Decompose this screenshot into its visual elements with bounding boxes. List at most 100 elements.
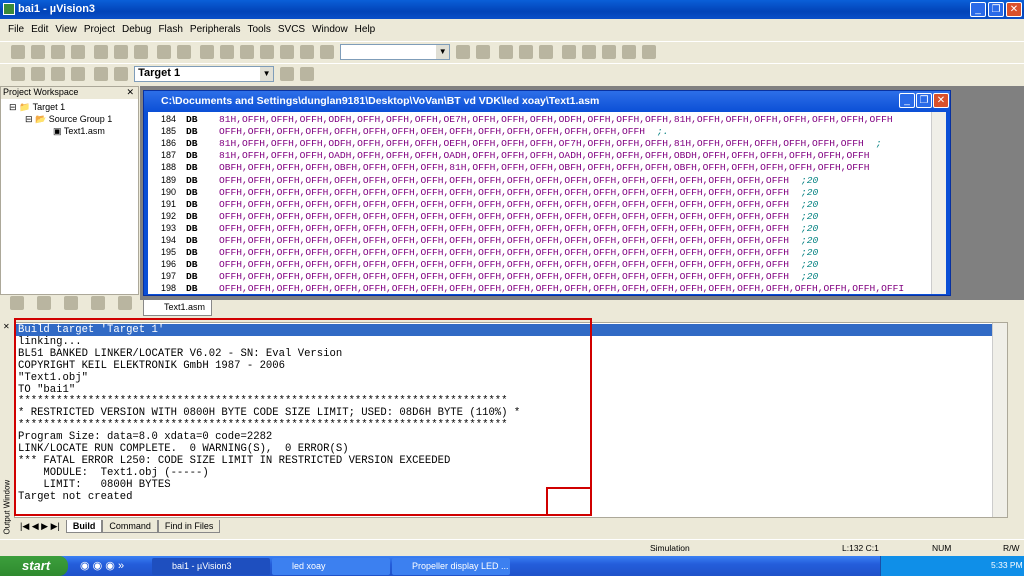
quick-launch-icons[interactable]: ◉ ◉ ◉ » — [80, 559, 124, 572]
menu-edit[interactable]: Edit — [31, 24, 48, 35]
task-led-xoay[interactable]: led xoay — [272, 558, 390, 575]
redo-icon[interactable] — [177, 45, 192, 59]
tab-find-in-files[interactable]: Find in Files — [157, 520, 221, 533]
code-comment: ;20 — [800, 247, 819, 259]
taskbar: start ◉ ◉ ◉ » bai1 - µVision3 led xoay P… — [0, 556, 1024, 576]
templates-tab-icon[interactable] — [118, 296, 132, 310]
code-line: 196 DB OFFH,OFFH,OFFH,OFFH,OFFH,OFFH,OFFH,… — [148, 258, 818, 270]
code-comment: ;. — [657, 126, 669, 138]
menu-svcs[interactable]: SVCS — [278, 24, 305, 35]
close-icon[interactable]: ✕ — [3, 322, 10, 331]
code-values: OFFH,OFFH,OFFH,OFFH,OFFH,OFFH,OFFH,OFFH,… — [219, 198, 789, 210]
back-icon[interactable] — [499, 45, 514, 59]
output-window-handle[interactable]: ✕ Output Window — [0, 320, 12, 537]
download-icon[interactable] — [94, 67, 109, 81]
save-icon[interactable] — [51, 45, 65, 59]
files-tab-icon[interactable] — [10, 296, 24, 310]
tab-build[interactable]: Build — [65, 520, 103, 533]
new-file-icon[interactable] — [11, 45, 25, 59]
build-icon[interactable] — [31, 67, 45, 81]
indent-icon[interactable] — [200, 45, 215, 59]
find-in-files-icon[interactable] — [320, 45, 335, 59]
line-number: 194 — [160, 235, 176, 245]
forward-icon[interactable] — [519, 45, 534, 59]
line-number: 189 — [160, 174, 176, 185]
stop-build-icon[interactable] — [71, 67, 85, 81]
find-icon[interactable] — [456, 45, 471, 59]
editor-maximize-button[interactable]: ❐ — [916, 93, 932, 108]
books-tab-icon[interactable] — [64, 296, 78, 310]
configure-icon[interactable] — [642, 45, 657, 59]
task-uvision[interactable]: bai1 - µVision3 — [152, 558, 270, 575]
close-button[interactable]: ✕ — [1006, 2, 1022, 17]
clear-bookmarks-icon[interactable] — [300, 45, 315, 59]
editor-scrollbar[interactable] — [931, 112, 946, 294]
save-all-icon[interactable] — [71, 45, 85, 59]
chevron-down-icon[interactable]: ▼ — [260, 67, 274, 81]
highlight-annotation-corner — [546, 487, 592, 516]
browse-icon[interactable] — [539, 45, 554, 59]
menu-help[interactable]: Help — [355, 24, 376, 35]
options-icon[interactable] — [114, 67, 129, 81]
menu-window[interactable]: Window — [312, 24, 348, 35]
editor-minimize-button[interactable]: _ — [899, 93, 915, 108]
highlight-annotation — [14, 318, 592, 516]
menu-view[interactable]: View — [55, 24, 77, 35]
code-line: 190 DB OFFH,OFFH,OFFH,OFFH,OFFH,OFFH,OFFH,… — [148, 186, 818, 198]
code-values: OFFH,OFFH,OFFH,OFFH,OFFH,OFFH,OFFH,OFEH,… — [219, 126, 646, 138]
status-rw: R/W — [1003, 543, 1020, 553]
menu-debug[interactable]: Debug — [122, 24, 151, 35]
code-comment: ;20 — [800, 174, 819, 186]
prev-bookmark-icon[interactable] — [260, 45, 275, 59]
code-line: 186 DB 81H,OFFH,OFFH,OFFH,ODFH,OFFH,OFFH,O… — [148, 137, 882, 149]
next-bookmark-icon[interactable] — [280, 45, 295, 59]
tree-target[interactable]: ⊟ 📁 Target 1 — [9, 102, 65, 113]
maximize-button[interactable]: ❐ — [988, 2, 1004, 17]
components-icon[interactable] — [280, 67, 295, 81]
tree-source-group[interactable]: ⊟ 📂 Source Group 1 — [25, 114, 112, 125]
code-line: 185 DB OFFH,OFFH,OFFH,OFFH,OFFH,OFFH,OFFH,… — [148, 125, 669, 137]
copy-icon[interactable] — [114, 45, 129, 59]
open-icon[interactable] — [31, 45, 45, 59]
task-browser[interactable]: Propeller display LED ... — [392, 558, 510, 575]
code-comment: ;20 — [800, 222, 819, 234]
books-icon[interactable] — [300, 67, 315, 81]
editor-close-button[interactable]: ✕ — [933, 93, 949, 108]
debug-session-icon[interactable] — [582, 45, 597, 59]
unindent-icon[interactable] — [220, 45, 235, 59]
code-line: 197 DB OFFH,OFFH,OFFH,OFFH,OFFH,OFFH,OFFH,… — [148, 270, 818, 282]
rebuild-icon[interactable] — [51, 67, 65, 81]
menu-flash[interactable]: Flash — [158, 24, 182, 35]
regs-tab-icon[interactable] — [37, 296, 51, 310]
tab-text1-asm[interactable]: Text1.asm — [143, 300, 213, 316]
code-values: OFFH,OFFH,OFFH,OFFH,OFFH,OFFH,OFFH,OFFH,… — [219, 283, 905, 294]
output-window-icon[interactable] — [622, 45, 637, 59]
cut-icon[interactable] — [94, 45, 109, 59]
replace-icon[interactable] — [476, 45, 491, 59]
project-workspace: Project Workspace ✕ ⊟ 📁 Target 1 ⊟ 📂 Sour… — [0, 86, 139, 318]
workspace-window-icon[interactable] — [602, 45, 617, 59]
target-select[interactable]: Target 1 ▼ — [134, 66, 275, 82]
tree-file[interactable]: ▣ Text1.asm — [53, 126, 105, 137]
minimize-button[interactable]: _ — [970, 2, 986, 17]
undo-icon[interactable] — [157, 45, 172, 59]
close-icon[interactable]: ✕ — [126, 87, 134, 98]
menu-tools[interactable]: Tools — [248, 24, 271, 35]
tab-command[interactable]: Command — [102, 520, 158, 533]
start-button[interactable]: start — [0, 556, 68, 576]
chevron-down-icon[interactable]: ▼ — [436, 45, 450, 59]
code-line: 184 DB 81H,OFFH,OFFH,OFFH,ODFH,OFFH,OFFH,O… — [148, 113, 905, 125]
menu-bar: File Edit View Project Debug Flash Peripherals… — [0, 20, 1024, 40]
status-mode: Simulation — [650, 543, 690, 553]
find-input[interactable]: ▼ — [340, 44, 451, 60]
menu-file[interactable]: File — [8, 24, 24, 35]
bookmark-icon[interactable] — [240, 45, 255, 59]
output-scrollbar[interactable] — [992, 323, 1007, 517]
paste-icon[interactable] — [134, 45, 149, 59]
code-editor[interactable]: 184 DB 81H,OFFH,OFFH,OFFH,ODFH,OFFH,OFFH,O… — [148, 112, 946, 294]
menu-project[interactable]: Project — [84, 24, 115, 35]
menu-peripherals[interactable]: Peripherals — [190, 24, 241, 35]
translate-icon[interactable] — [11, 67, 25, 81]
functions-tab-icon[interactable] — [91, 296, 105, 310]
print-icon[interactable] — [562, 45, 577, 59]
